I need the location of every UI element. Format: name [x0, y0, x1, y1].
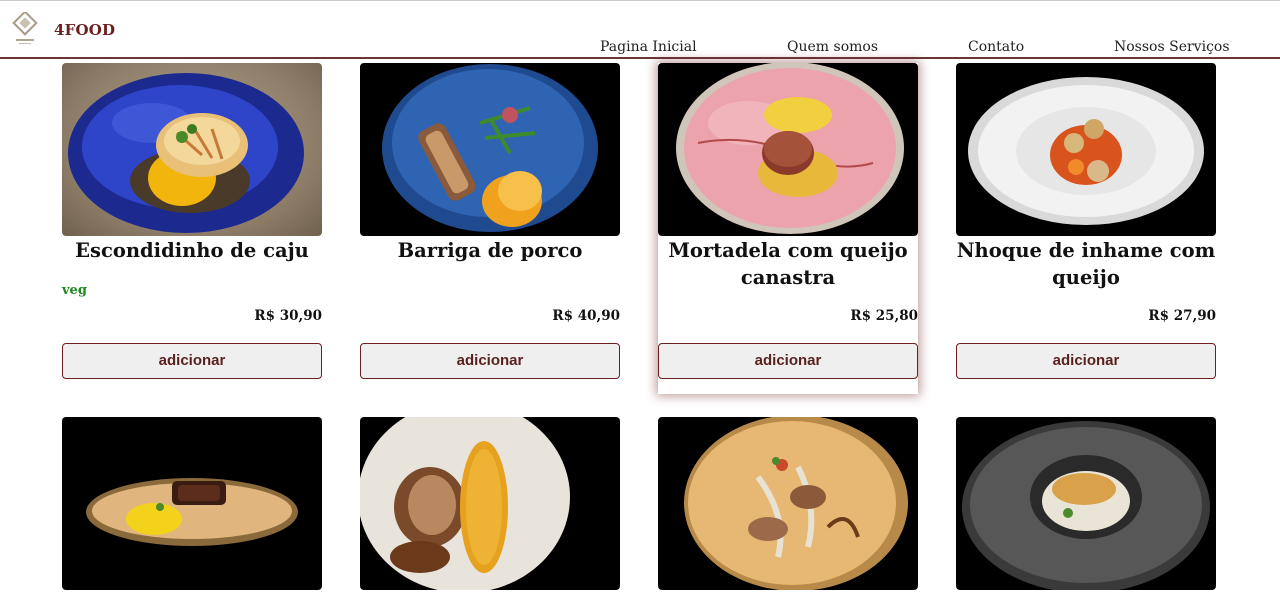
- product-title: Barriga de porco: [397, 239, 583, 262]
- product-photo: [62, 63, 322, 236]
- product-price: R$ 40,90: [552, 308, 620, 324]
- site-header: 4FOOD Pagina Inicial Quem somos Contato …: [0, 0, 1280, 58]
- product-price: R$ 30,90: [254, 308, 322, 324]
- product-title: Nhoque de inhame com queijo: [956, 239, 1216, 289]
- product-card-highlighted: Mortadela com queijo canastra R$ 25,80 a…: [658, 63, 918, 394]
- product-card: [658, 417, 918, 590]
- add-to-cart-button[interactable]: adicionar: [956, 343, 1216, 379]
- nav-contact-link[interactable]: Contato: [968, 39, 1024, 55]
- product-card: Nhoque de inhame com queijo R$ 27,90 adi…: [956, 63, 1216, 379]
- product-title: Mortadela com queijo canastra: [668, 239, 908, 289]
- nav-about-link[interactable]: Quem somos: [787, 39, 878, 55]
- product-photo: [360, 417, 620, 590]
- add-to-cart-button[interactable]: adicionar: [62, 343, 322, 379]
- brand-name[interactable]: 4FOOD: [54, 21, 115, 39]
- product-title: Escondidinho de caju: [75, 239, 309, 262]
- add-to-cart-button[interactable]: adicionar: [360, 343, 620, 379]
- add-to-cart-button[interactable]: adicionar: [658, 343, 918, 379]
- product-photo: [658, 417, 918, 590]
- product-photo: [956, 63, 1216, 236]
- nav-home-link[interactable]: Pagina Inicial: [600, 39, 697, 55]
- logo-icon[interactable]: [12, 10, 42, 46]
- product-photo: [360, 63, 620, 236]
- product-photo: [658, 63, 918, 236]
- product-price: R$ 27,90: [1148, 308, 1216, 324]
- product-photo: [956, 417, 1216, 590]
- nav-services-link[interactable]: Nossos Serviços: [1114, 39, 1230, 55]
- product-photo: [62, 417, 322, 590]
- product-card: Escondidinho de caju veg R$ 30,90 adicio…: [62, 63, 322, 379]
- product-price: R$ 25,80: [850, 308, 918, 324]
- header-divider: [0, 57, 1280, 59]
- veg-badge: veg: [62, 283, 87, 298]
- product-card: [62, 417, 322, 590]
- product-card: Barriga de porco R$ 40,90 adicionar: [360, 63, 620, 379]
- product-card: [956, 417, 1216, 590]
- product-card: [360, 417, 620, 590]
